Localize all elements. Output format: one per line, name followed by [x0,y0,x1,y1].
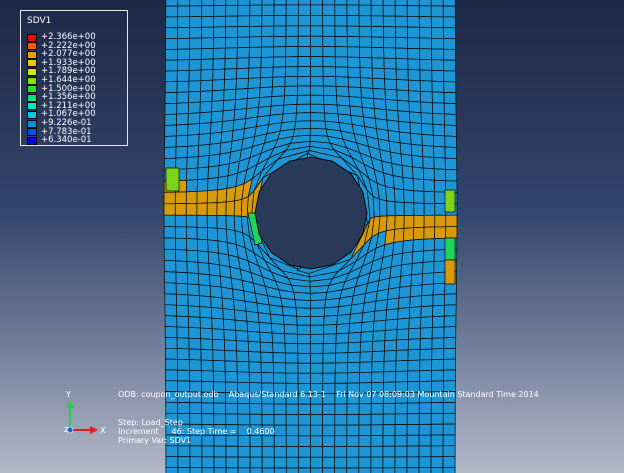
triad-x-label: X [100,426,106,435]
triad-y-label: Y [65,390,71,399]
triad-z-label: Z [64,426,69,434]
y-arrowhead-icon [66,400,74,408]
coordinate-triad: Y Z X [64,390,106,435]
x-arrowhead-icon [90,426,98,434]
abaqus-viewport[interactable]: SDV1 +2.366e+00 +2.222e+00 +2.077e+00 +1.93… [0,0,624,473]
